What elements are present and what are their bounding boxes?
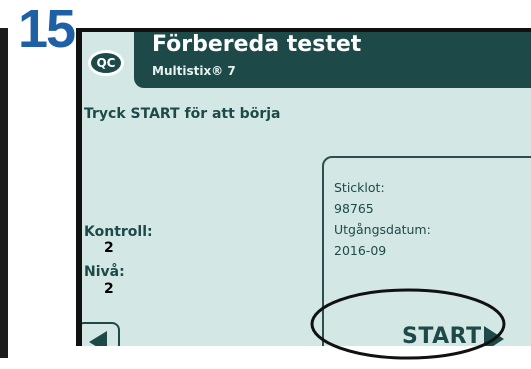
title-bar: Förbereda testet Multistix® 7 [134, 32, 531, 88]
expiry-value: 2016-09 [334, 243, 387, 258]
qc-badge-icon: QC [88, 50, 124, 76]
expiry-label: Utgångsdatum: [334, 222, 431, 237]
sticklot-value: 98765 [334, 201, 374, 216]
page-title: Förbereda testet [152, 32, 362, 57]
kontroll-value: 2 [104, 240, 114, 256]
device-screen: QC Förbereda testet Multistix® 7 Tryck S… [76, 28, 531, 346]
kontroll-label: Kontroll: [84, 224, 153, 240]
photo-edge-strip [0, 28, 8, 358]
arrow-left-icon [89, 331, 107, 346]
step-number: 15 [18, 0, 76, 59]
niva-label: Nivå: [84, 264, 125, 280]
niva-value: 2 [104, 281, 114, 297]
screen-header: QC Förbereda testet Multistix® 7 [82, 32, 531, 92]
test-info-panel: Sticklot: 98765 Utgångsdatum: 2016-09 ST… [322, 156, 531, 346]
sticklot-label: Sticklot: [334, 180, 385, 195]
back-button[interactable] [82, 322, 120, 346]
start-button[interactable]: START [402, 324, 482, 346]
start-prompt: Tryck START för att börja [84, 106, 281, 122]
arrow-right-icon[interactable] [482, 324, 506, 346]
page-subtitle: Multistix® 7 [152, 64, 236, 78]
